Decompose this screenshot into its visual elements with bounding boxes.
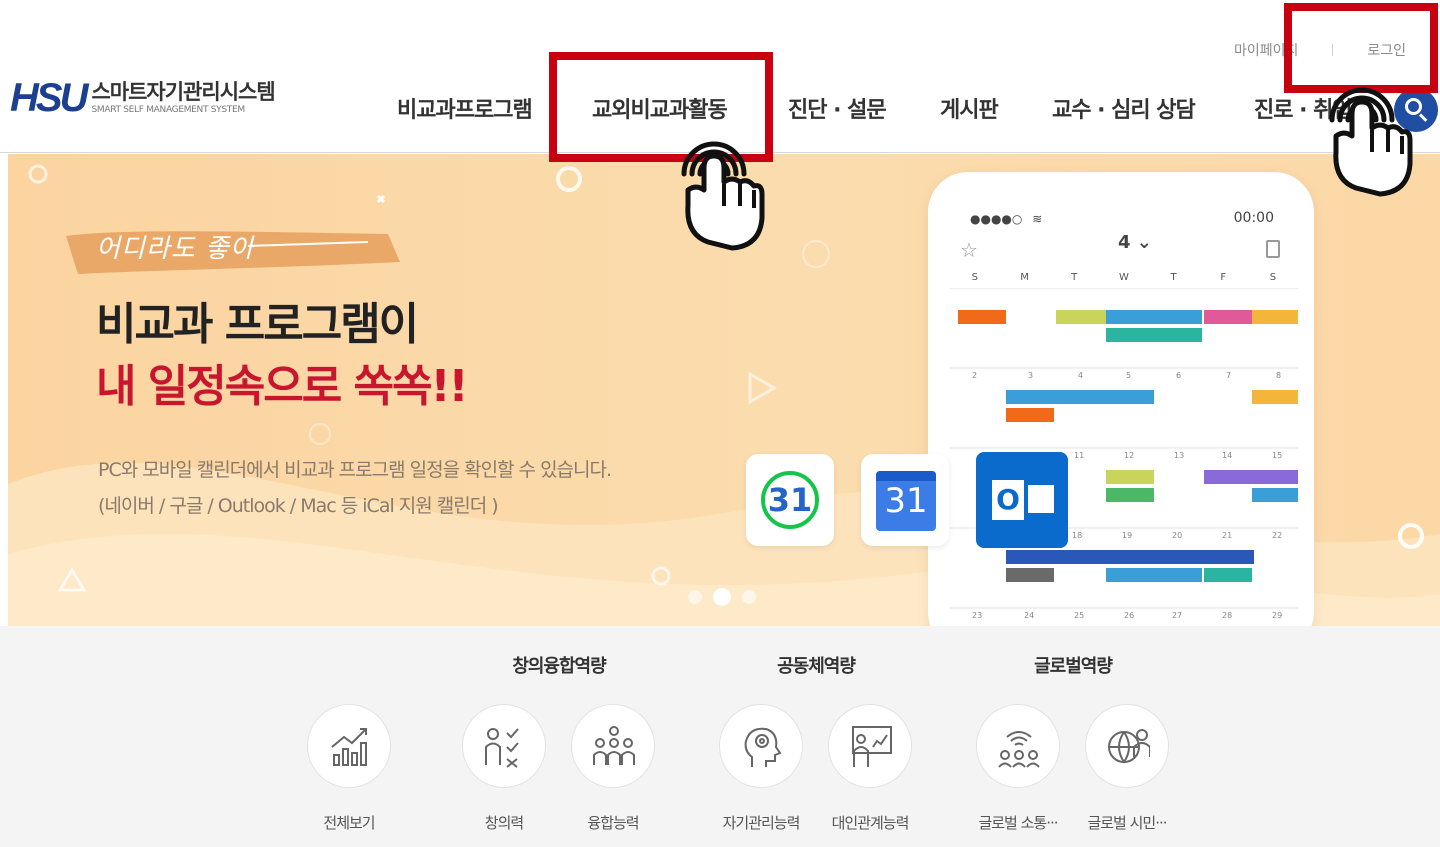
- competency-creativity[interactable]: 창의력: [449, 704, 559, 833]
- logo-mark: HSU: [10, 76, 88, 120]
- phone-status-bar: ●●●●○ ≋ 00:00: [970, 210, 1290, 226]
- weekday-label: S: [971, 272, 979, 283]
- search-icon-handle: [1418, 113, 1428, 122]
- svg-text:6: 6: [1176, 371, 1181, 380]
- svg-text:20: 20: [1172, 531, 1182, 540]
- weekday-label: T: [1071, 272, 1078, 283]
- svg-text:11: 11: [1074, 451, 1084, 460]
- outlook-icon: O: [976, 452, 1068, 548]
- hero-tag: 어디라도 좋아: [96, 234, 255, 264]
- svg-text:15: 15: [1272, 451, 1282, 460]
- svg-text:22: 22: [1272, 531, 1282, 540]
- globe-person-icon: [1085, 704, 1169, 788]
- svg-text:25: 25: [1074, 611, 1084, 620]
- hero-desc-line1: PC와 모바일 캘린더에서 비교과 프로그램 일정을 확인할 수 있습니다.: [98, 459, 612, 481]
- competency-convergence[interactable]: 융합능력: [558, 704, 668, 833]
- hero-headline-line2: 내 일정속으로 쏙쏙!!: [96, 361, 469, 412]
- wifi-icon: ≋: [1032, 212, 1043, 226]
- signal-indicator: ●●●●○: [970, 212, 1023, 226]
- nav-item-counseling[interactable]: 교수 · 심리 상담: [1052, 92, 1196, 124]
- svg-text:2: 2: [972, 371, 977, 380]
- page: 마이페이지 로그인 HSU 스마트자기관리시스템 SMART SELF MANA…: [0, 0, 1440, 847]
- competency-global-citizenship[interactable]: 글로벌 시민···: [1072, 704, 1182, 833]
- competency-label: 글로벌 소통···: [978, 814, 1058, 832]
- weekday-label: F: [1220, 272, 1227, 283]
- network-people-icon: [976, 704, 1060, 788]
- calendar-month: 4 ⌄: [1118, 232, 1152, 253]
- group-title-creative: 창의융합역량: [512, 656, 606, 677]
- phone-calendar-screen: ●●●●○ ≋ 00:00 ☆ 4 ⌄ S M T W T F S 2 3 4 …: [950, 202, 1298, 626]
- nav-item-board[interactable]: 게시판: [940, 92, 999, 124]
- svg-text:5: 5: [1126, 371, 1131, 380]
- nav-item-extracurricular-program[interactable]: 비교과프로그램: [397, 92, 533, 124]
- slide-dot-active[interactable]: [713, 588, 731, 606]
- share-icon: [1266, 240, 1280, 258]
- naver-calendar-label: 31: [767, 481, 813, 519]
- calendar-month-number: 4: [1118, 232, 1131, 253]
- pointer-hand-icon: [681, 141, 765, 251]
- competency-interpersonal[interactable]: 대인관계능력: [815, 704, 925, 833]
- svg-text:28: 28: [1222, 611, 1232, 620]
- logo-title: 스마트자기관리시스템: [91, 80, 275, 104]
- weekday-label: S: [1269, 272, 1277, 283]
- svg-text:8: 8: [1276, 371, 1281, 380]
- hero-description: PC와 모바일 캘린더에서 비교과 프로그램 일정을 확인할 수 있습니다. (…: [98, 452, 612, 524]
- group-title-global: 글로벌역량: [1034, 656, 1113, 677]
- slide-dot[interactable]: [688, 590, 702, 604]
- svg-text:18: 18: [1072, 531, 1082, 540]
- svg-text:13: 13: [1174, 451, 1184, 460]
- group-title-community: 공동체역량: [777, 656, 856, 677]
- svg-text:14: 14: [1222, 451, 1232, 460]
- competency-label: 창의력: [484, 814, 524, 832]
- weekday-label: T: [1170, 272, 1177, 283]
- hero-desc-line2: (네이버 / 구글 / Outlook / Mac 등 iCal 지원 캘린더 …: [98, 495, 499, 517]
- logo-text: 스마트자기관리시스템 SMART SELF MANAGEMENT SYSTEM: [91, 80, 275, 116]
- svg-text:4: 4: [1078, 371, 1083, 380]
- svg-text:24: 24: [1024, 611, 1034, 620]
- site-logo[interactable]: HSU 스마트자기관리시스템 SMART SELF MANAGEMENT SYS…: [10, 76, 276, 120]
- google-calendar-label: 31: [884, 481, 928, 521]
- svg-text:23: 23: [972, 611, 982, 620]
- svg-text:12: 12: [1124, 451, 1134, 460]
- phone-time: 00:00: [1233, 210, 1274, 226]
- google-calendar-icon: 31: [861, 454, 949, 546]
- outlook-letter: O: [992, 480, 1024, 520]
- competency-global-communication[interactable]: 글로벌 소통···: [963, 704, 1073, 833]
- presentation-icon: [828, 704, 912, 788]
- competency-label: 자기관리능력: [722, 814, 801, 832]
- google-calendar-top: [876, 471, 936, 481]
- competency-label: 융합능력: [587, 814, 639, 832]
- nav-item-diagnosis-survey[interactable]: 진단 · 설문: [788, 92, 887, 124]
- svg-text:3: 3: [1028, 371, 1033, 380]
- naver-calendar-icon: 31: [746, 454, 834, 546]
- logo-subtitle: SMART SELF MANAGEMENT SYSTEM: [91, 105, 245, 115]
- competency-label: 대인관계능력: [831, 814, 910, 832]
- calendar-weekdays: S M T W T F S: [950, 272, 1298, 283]
- svg-text:19: 19: [1122, 531, 1132, 540]
- outlook-envelope: [1028, 485, 1054, 513]
- checklist-person-icon: [462, 704, 546, 788]
- hero-headline-line1: 비교과 프로그램이: [96, 299, 419, 350]
- pointer-hand-icon: [1329, 87, 1413, 197]
- competency-label: 전체보기: [323, 814, 375, 832]
- weekday-label: W: [1118, 272, 1129, 283]
- star-icon: ☆: [960, 238, 978, 262]
- competency-section: 창의융합역량 공동체역량 글로벌역량 전체보기 창의력 융합능력 자기관리능력 …: [0, 626, 1440, 847]
- svg-text:27: 27: [1172, 611, 1182, 620]
- competency-self-management[interactable]: 자기관리능력: [706, 704, 816, 833]
- weekday-label: M: [1020, 272, 1029, 283]
- svg-text:29: 29: [1272, 611, 1282, 620]
- svg-text:21: 21: [1222, 531, 1232, 540]
- slide-dot[interactable]: [742, 590, 756, 604]
- svg-text:26: 26: [1124, 611, 1134, 620]
- head-gears-icon: [719, 704, 803, 788]
- competency-all[interactable]: 전체보기: [294, 704, 404, 833]
- chart-growth-icon: [307, 704, 391, 788]
- svg-text:7: 7: [1226, 371, 1231, 380]
- competency-label: 글로벌 시민···: [1087, 814, 1167, 832]
- slide-pagination: [688, 588, 767, 606]
- team-icon: [571, 704, 655, 788]
